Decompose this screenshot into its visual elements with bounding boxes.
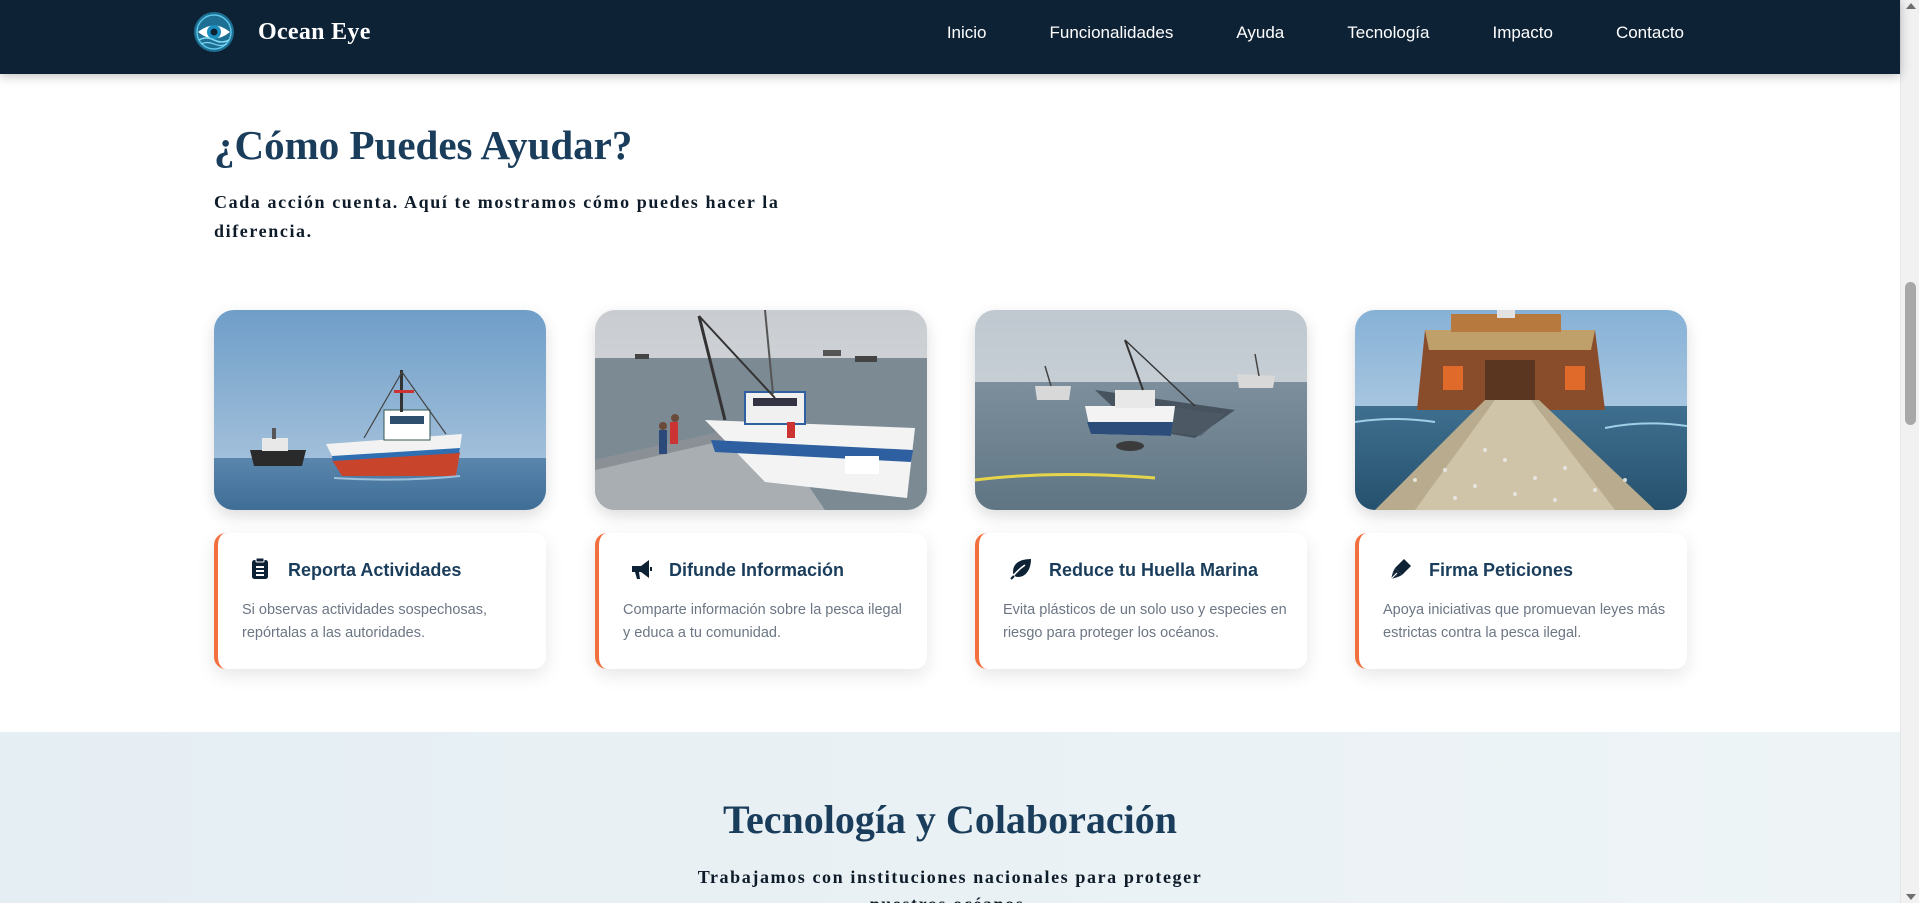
leaf-icon — [1009, 557, 1033, 581]
nav-link-impacto[interactable]: Impacto — [1492, 23, 1552, 43]
nav-link-contacto[interactable]: Contacto — [1616, 23, 1684, 43]
help-card-title: Difunde Información — [669, 560, 844, 580]
trawler-net-photo — [1355, 310, 1687, 510]
nav-link-inicio[interactable]: Inicio — [947, 23, 987, 43]
brand-name: Ocean Eye — [258, 18, 371, 45]
nav-link-funcionalidades[interactable]: Funcionalidades — [1050, 23, 1174, 43]
navbar: Ocean Eye Inicio Funcionalidades Ayuda T… — [0, 0, 1900, 74]
help-title: ¿Cómo Puedes Ayudar? — [214, 122, 633, 168]
pen-icon — [1389, 557, 1413, 581]
help-card-title: Reduce tu Huella Marina — [1049, 560, 1259, 580]
page-scrollbar[interactable] — [1900, 0, 1919, 903]
tech-title: Tecnología y Colaboración — [722, 797, 1178, 842]
help-card-description: Apoya iniciativas que promuevan leyes má… — [1383, 602, 1666, 641]
help-subtitle: Cada acción cuenta. Aquí te mostramos có… — [214, 192, 780, 241]
main-nav: Inicio Funcionalidades Ayuda Tecnología … — [947, 0, 1684, 66]
scroll-up-icon[interactable] — [1906, 3, 1916, 9]
fishing-boat-photo — [214, 310, 546, 510]
card-image-reporta — [214, 310, 546, 510]
card-image-reduce — [975, 310, 1307, 510]
help-card-reporta[interactable]: Reporta Actividades Si observas activida… — [214, 533, 546, 669]
help-card-description: Evita plásticos de un solo uso y especie… — [1003, 602, 1287, 641]
help-card-description: Si observas actividades sospechosas, rep… — [242, 602, 488, 641]
eye-logo-icon — [194, 12, 234, 52]
clipboard-icon — [248, 557, 272, 581]
scroll-down-icon[interactable] — [1906, 894, 1916, 900]
help-card-difunde[interactable]: Difunde Información Comparte información… — [595, 533, 927, 669]
help-card-description: Comparte información sobre la pesca ileg… — [623, 602, 902, 641]
card-image-firma — [1355, 310, 1687, 510]
card-image-difunde — [595, 310, 927, 510]
harbor-boat-photo — [595, 310, 927, 510]
help-card-title: Firma Peticiones — [1429, 560, 1574, 580]
megaphone-icon — [629, 557, 653, 581]
nav-link-tecnologia[interactable]: Tecnología — [1347, 23, 1429, 43]
help-card-firma[interactable]: Firma Peticiones Apoya iniciativas que p… — [1355, 533, 1687, 669]
brand-link[interactable]: Ocean Eye — [193, 11, 371, 53]
tech-section: Tecnología y Colaboración Trabajamos con… — [0, 732, 1900, 903]
scrollbar-thumb[interactable] — [1905, 282, 1916, 425]
help-card-reduce[interactable]: Reduce tu Huella Marina Evita plásticos … — [975, 533, 1307, 669]
nav-link-ayuda[interactable]: Ayuda — [1236, 23, 1284, 43]
fishing-nets-photo — [975, 310, 1307, 510]
help-card-title: Reporta Actividades — [288, 560, 462, 580]
tech-subtitle: Trabajamos con instituciones nacionales … — [697, 867, 1203, 903]
